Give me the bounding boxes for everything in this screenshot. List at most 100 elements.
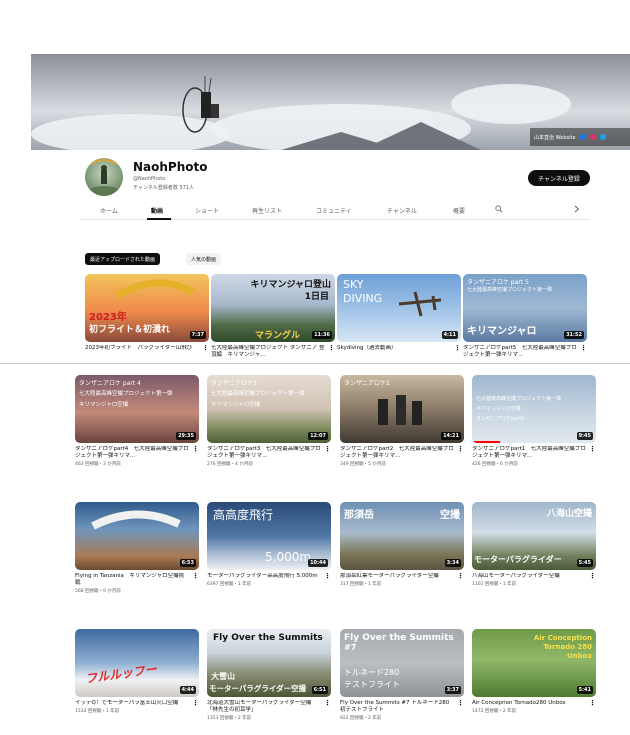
banner-links[interactable]: 山本直治 Website [530,128,630,146]
video-title[interactable]: タンザニアロケpart5 七大陸最高峰空撮プロジェクト第一弾キリマ… [463,345,577,359]
more-options-icon[interactable]: ⋮ [457,700,464,707]
video-thumbnail[interactable]: 那須岳 空撮 3:34 [340,502,464,570]
thumb-text: マラングル [255,331,301,341]
video-title[interactable]: タンザニアロケpart1 七大陸最高峰空撮プロジェクト第一弾キリマ… [472,446,586,460]
chip-recent[interactable]: 最近アップロードされた動画 [85,253,161,265]
more-options-icon[interactable]: ⋮ [457,573,464,580]
banner-mountain [281,132,401,150]
video-card[interactable]: タンザニアロケ2 14:21 タンザニアロケpart2 七大陸最高峰空撮プロジェ… [340,375,464,467]
video-title[interactable]: 2023年初フライト パラグライダー山飛び [85,345,199,352]
video-stats: 317 回視聴・1 年前 [340,582,382,587]
video-thumbnail[interactable]: 七大陸最高峰空撮プロジェクト第一弾 キリマンジャロ空撮 タンザニアロケpart1… [472,375,596,443]
video-thumbnail[interactable]: 高高度飛行 5,000m 10:44 [207,502,331,570]
video-thumbnail[interactable]: 2023年 初フライト＆初潰れ 7:37 [85,274,209,342]
tab-home[interactable]: ホーム [100,206,118,215]
chip-popular[interactable]: 人気の動画 [186,253,222,265]
video-card[interactable]: 七大陸最高峰空撮プロジェクト第一弾 キリマンジャロ空撮 タンザニアロケpart1… [472,375,596,467]
video-thumbnail[interactable]: キリマンジャロ登山 1日目 マラングル 11:36 [211,274,335,342]
more-options-icon[interactable]: ⋮ [192,573,199,580]
video-card[interactable]: タンザニアロケ part 4 七大陸最高峰空撮プロジェクト第一弾 キリマンジャロ… [75,375,199,467]
thumb-text: 5,000m [265,550,312,564]
video-card[interactable]: Fly Over the Summits #7 トルネード280 テストフライト… [340,629,464,721]
more-options-icon[interactable]: ⋮ [589,573,596,580]
subscribe-button[interactable]: チャンネル登録 [528,170,590,186]
video-thumbnail[interactable]: 八海山空撮 モーターパラグライダー 5:45 [472,502,596,570]
video-card[interactable]: 那須岳 空撮 3:34 那須岳紅葉モーターパラグライダー空撮 317 回視聴・1… [340,502,464,587]
video-title[interactable]: Flying in Tanzania キリマンジャロ空撮挑戦 [75,573,189,587]
tab-playlists[interactable]: 再生リスト [252,206,282,215]
video-thumbnail[interactable]: タンザニアロケ3 七大陸最高峰空撮プロジェクト第一弾 キリマンジャロ空撮 12:… [207,375,331,443]
video-title[interactable]: 北海道大雪山モーターパラグライダー空撮「林先生の初耳学」 [207,700,321,714]
video-title[interactable]: Fly Over the Summits #7 トルネード280 初テストフライ… [340,700,454,714]
video-card[interactable]: 6:53 Flying in Tanzania キリマンジャロ空撮挑戦 568 … [75,502,199,594]
video-title[interactable]: 七大陸最高峰空撮プロジェクト タンザニア 登頂編 キリマンジャ… [211,345,325,359]
thumb-text: 高高度飛行 [213,508,274,522]
more-options-icon[interactable]: ⋮ [192,700,199,707]
instagram-icon[interactable] [589,134,596,140]
thumb-text: キリマンジャロ空撮 [79,402,129,408]
facebook-icon[interactable] [579,134,586,140]
video-thumbnail[interactable]: 6:53 [75,502,199,570]
thumb-text: 七大陸最高峰空撮プロジェクト第一弾 [211,391,305,397]
video-thumbnail[interactable]: タンザニアロケ part 5 七大陸最高峰空撮プロジェクト第一弾 キリマンジャロ… [463,274,587,342]
banner-cloud [451,84,571,124]
more-options-icon[interactable]: ⋮ [457,446,464,453]
banner-link-website[interactable]: 山本直治 Website [534,134,576,141]
video-title[interactable]: イッテQ！でモーターパラ富士山火口空撮 [75,700,189,707]
more-options-icon[interactable]: ⋮ [589,446,596,453]
video-card[interactable]: Fly Over the Summits 大雪山 モーターパラグライダー空撮 6… [207,629,331,721]
tab-about[interactable]: 概要 [453,206,465,215]
video-thumbnail[interactable]: Fly Over the Summits 大雪山 モーターパラグライダー空撮 6… [207,629,331,697]
video-title[interactable]: タンザニアロケpart2 七大陸最高峰空撮プロジェクト第一弾キリマ… [340,446,454,460]
video-thumbnail[interactable]: フルルッフー 4:44 [75,629,199,697]
video-thumbnail[interactable]: Fly Over the Summits #7 トルネード280 テストフライト… [340,629,464,697]
more-options-icon[interactable]: ⋮ [580,345,587,352]
video-title[interactable]: 那須岳紅葉モーターパラグライダー空撮 [340,573,454,580]
video-title[interactable]: タンザニアロケpart3 七大陸最高峰空撮プロジェクト第一弾キリマ… [207,446,321,460]
video-title[interactable]: Air Conceprion Tornado280 Unbox [472,700,586,707]
video-card[interactable]: Air Conception Tornado 280 Unbox 5:41 Ai… [472,629,596,714]
more-options-icon[interactable]: ⋮ [324,700,331,707]
chevron-right-icon[interactable] [574,205,580,215]
thumb-text: モーターパラグライダー [474,555,562,564]
more-options-icon[interactable]: ⋮ [324,573,331,580]
tab-videos[interactable]: 動画 [151,206,163,215]
video-card[interactable]: 八海山空撮 モーターパラグライダー 5:45 八海山モーターパラグライダー空撮 … [472,502,596,587]
video-card[interactable]: 高高度飛行 5,000m 10:44 モーターパラグライダー高高度飛行 5,00… [207,502,331,587]
video-duration: 31:52 [564,331,584,339]
thumb-text: 七大陸最高峰空撮プロジェクト第一弾 [476,396,562,402]
more-options-icon[interactable]: ⋮ [328,345,335,352]
video-duration: 11:36 [312,331,332,339]
tab-shorts[interactable]: ショート [195,206,219,215]
more-options-icon[interactable]: ⋮ [192,446,199,453]
video-thumbnail[interactable]: タンザニアロケ2 14:21 [340,375,464,443]
video-card[interactable]: SKY DIVING 4:11 Skydiving（過去動画） ⋮ [337,274,461,353]
video-duration: 4:44 [179,686,196,694]
video-thumbnail[interactable]: SKY DIVING 4:11 [337,274,461,342]
video-title[interactable]: Skydiving（過去動画） [337,345,451,352]
thumb-text: 初フライト＆初潰れ [89,325,171,335]
video-title[interactable]: 八海山モーターパラグライダー空撮 [472,573,586,580]
tab-channels[interactable]: チャンネル [387,206,417,215]
more-options-icon[interactable]: ⋮ [202,345,209,352]
video-card[interactable]: キリマンジャロ登山 1日目 マラングル 11:36 七大陸最高峰空撮プロジェクト… [211,274,335,360]
video-card[interactable]: 2023年 初フライト＆初潰れ 7:37 2023年初フライト パラグライダー山… [85,274,209,353]
video-card[interactable]: タンザニアロケ part 5 七大陸最高峰空撮プロジェクト第一弾 キリマンジャロ… [463,274,587,360]
video-thumbnail[interactable]: Air Conception Tornado 280 Unbox 5:41 [472,629,596,697]
more-options-icon[interactable]: ⋮ [454,345,461,352]
twitter-icon[interactable] [599,134,606,140]
more-options-icon[interactable]: ⋮ [589,700,596,707]
video-thumbnail[interactable]: タンザニアロケ part 4 七大陸最高峰空撮プロジェクト第一弾 キリマンジャロ… [75,375,199,443]
search-icon[interactable] [495,205,503,215]
channel-avatar [85,158,123,196]
video-card[interactable]: フルルッフー 4:44 イッテQ！でモーターパラ富士山火口空撮 1532 回視聴… [75,629,199,714]
video-stats: 922 回視聴・2 年前 [340,716,382,721]
video-title[interactable]: モーターパラグライダー高高度飛行 5,000m [207,573,321,580]
more-options-icon[interactable]: ⋮ [324,446,331,453]
thumb-text: Tornado 280 [543,643,592,651]
video-stats: 426 回視聴・6 か月前 [472,462,518,467]
video-card[interactable]: タンザニアロケ3 七大陸最高峰空撮プロジェクト第一弾 キリマンジャロ空撮 12:… [207,375,331,467]
video-title[interactable]: タンザニアロケpart4 七大陸最高峰空撮プロジェクト第一弾キリマ… [75,446,189,460]
thumb-text: 大雪山 [211,672,235,681]
tab-community[interactable]: コミュニティ [316,206,352,215]
